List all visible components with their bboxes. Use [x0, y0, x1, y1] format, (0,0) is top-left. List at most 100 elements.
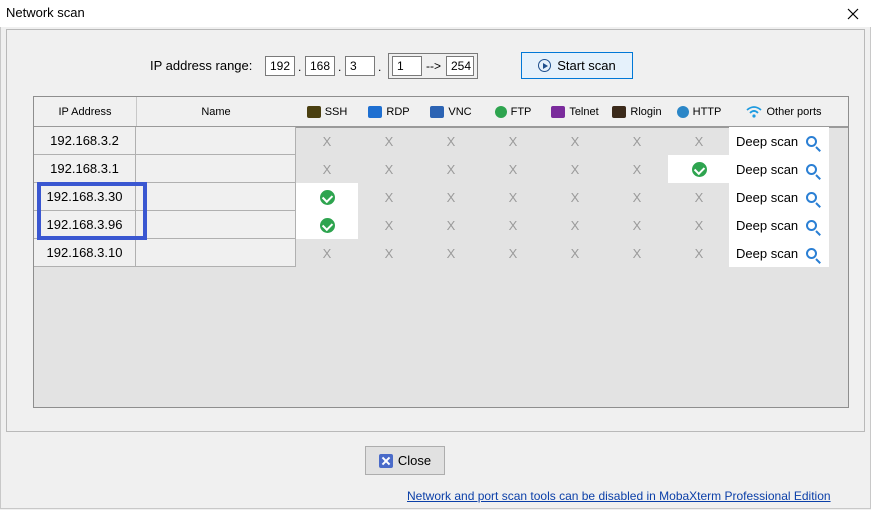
not-available-mark: X	[694, 133, 704, 149]
column-header-name[interactable]: Name	[136, 97, 296, 126]
not-available-mark: X	[508, 245, 518, 261]
not-available-mark: X	[632, 189, 642, 205]
start-scan-button[interactable]: Start scan	[521, 52, 633, 79]
play-icon	[538, 59, 552, 72]
column-header-http[interactable]: HTTP	[668, 97, 730, 126]
name-cell	[136, 183, 296, 211]
rdp-monitor-icon	[368, 105, 383, 118]
not-available-mark: X	[384, 189, 394, 205]
column-header-ip[interactable]: IP Address	[34, 97, 136, 126]
magnifier-icon	[806, 219, 817, 231]
deep-scan-label: Deep scan	[736, 245, 799, 261]
not-available-mark: X	[570, 133, 580, 149]
ftp-icon	[494, 105, 507, 118]
window-close-button[interactable]	[835, 0, 871, 27]
start-scan-label: Start scan	[557, 58, 616, 73]
ssh-status-cell: X	[296, 239, 358, 267]
ip-octet-3-input[interactable]: 3	[345, 56, 375, 76]
not-available-mark: X	[570, 217, 580, 233]
ip-range-label: IP address range:	[150, 58, 253, 73]
table-row[interactable]: 192.168.3.10 X X X X X X X Deep scan	[34, 239, 848, 267]
close-button[interactable]: Close	[365, 446, 445, 475]
table-header: IP Address Name SSH RDP VNC FTP Telnet R…	[34, 97, 848, 128]
not-available-mark: X	[322, 133, 332, 149]
not-available-mark: X	[446, 245, 456, 261]
table-row[interactable]: 192.168.3.1 X X X X X X Deep scan	[34, 155, 848, 183]
not-available-mark: X	[384, 161, 394, 177]
not-available-mark: X	[570, 245, 580, 261]
column-header-vnc[interactable]: VNC	[420, 97, 482, 126]
deep-scan-button[interactable]: Deep scan	[729, 155, 829, 183]
not-available-mark: X	[384, 217, 394, 233]
table-row[interactable]: 192.168.3.30 X X X X X X Deep scan	[34, 183, 848, 211]
professional-edition-link[interactable]: Network and port scan tools can be disab…	[407, 489, 831, 503]
http-status-cell: X	[668, 127, 730, 155]
ip-address-cell: 192.168.3.30	[34, 183, 136, 211]
not-available-mark: X	[632, 161, 642, 177]
not-available-mark: X	[384, 133, 394, 149]
rdp-status-cell: X	[358, 183, 420, 211]
deep-scan-button[interactable]: Deep scan	[729, 127, 829, 155]
ftp-status-cell: X	[482, 155, 544, 183]
ssh-status-cell[interactable]	[296, 211, 358, 239]
ip-octet-1-input[interactable]: 192	[265, 56, 295, 76]
checkmark-icon	[691, 161, 707, 177]
telnet-icon	[551, 105, 566, 118]
not-available-mark: X	[508, 133, 518, 149]
column-header-ftp[interactable]: FTP	[482, 97, 544, 126]
column-header-telnet[interactable]: Telnet	[544, 97, 606, 126]
ssh-status-cell[interactable]	[296, 183, 358, 211]
ip-address-cell: 192.168.3.1	[34, 155, 136, 183]
vnc-status-cell: X	[420, 183, 482, 211]
rlogin-status-cell: X	[606, 183, 668, 211]
rlogin-status-cell: X	[606, 155, 668, 183]
not-available-mark: X	[570, 161, 580, 177]
column-header-other-ports[interactable]: Other ports	[734, 97, 834, 126]
range-arrow: -->	[426, 59, 441, 73]
ip-octet-2-input[interactable]: 168	[305, 56, 335, 76]
globe-icon	[676, 105, 689, 118]
column-header-ssh[interactable]: SSH	[296, 97, 358, 126]
name-cell	[136, 211, 296, 239]
ssh-status-cell: X	[296, 127, 358, 155]
not-available-mark: X	[446, 217, 456, 233]
vnc-monitor-icon	[430, 105, 445, 118]
vnc-status-cell: X	[420, 127, 482, 155]
ssh-icon	[306, 105, 321, 118]
not-available-mark: X	[446, 189, 456, 205]
deep-scan-button[interactable]: Deep scan	[729, 239, 829, 267]
http-status-cell[interactable]	[668, 155, 730, 183]
rlogin-status-cell: X	[606, 239, 668, 267]
range-end-input[interactable]: 254	[446, 56, 474, 76]
range-start-input[interactable]: 1	[392, 56, 422, 76]
rlogin-icon	[612, 105, 627, 118]
magnifier-icon	[806, 163, 817, 175]
checkmark-icon	[319, 189, 335, 205]
deep-scan-button[interactable]: Deep scan	[729, 183, 829, 211]
not-available-mark: X	[384, 245, 394, 261]
column-header-rlogin[interactable]: Rlogin	[606, 97, 668, 126]
rdp-status-cell: X	[358, 239, 420, 267]
vnc-status-cell: X	[420, 211, 482, 239]
vnc-status-cell: X	[420, 239, 482, 267]
deep-scan-button[interactable]: Deep scan	[729, 211, 829, 239]
not-available-mark: X	[632, 245, 642, 261]
ip-address-cell: 192.168.3.96	[34, 211, 136, 239]
column-header-rdp[interactable]: RDP	[358, 97, 420, 126]
not-available-mark: X	[570, 189, 580, 205]
not-available-mark: X	[508, 217, 518, 233]
not-available-mark: X	[632, 133, 642, 149]
deep-scan-label: Deep scan	[736, 189, 799, 205]
deep-scan-label: Deep scan	[736, 133, 799, 149]
scan-results-table: IP Address Name SSH RDP VNC FTP Telnet R…	[33, 96, 849, 408]
not-available-mark: X	[446, 161, 456, 177]
rlogin-status-cell: X	[606, 127, 668, 155]
telnet-status-cell: X	[544, 155, 606, 183]
magnifier-icon	[806, 247, 817, 259]
rdp-status-cell: X	[358, 211, 420, 239]
rdp-status-cell: X	[358, 127, 420, 155]
octet-separator: .	[378, 60, 382, 74]
table-row[interactable]: 192.168.3.2 X X X X X X X Deep scan	[34, 127, 848, 155]
ssh-status-cell: X	[296, 155, 358, 183]
table-row[interactable]: 192.168.3.96 X X X X X X Deep scan	[34, 211, 848, 239]
